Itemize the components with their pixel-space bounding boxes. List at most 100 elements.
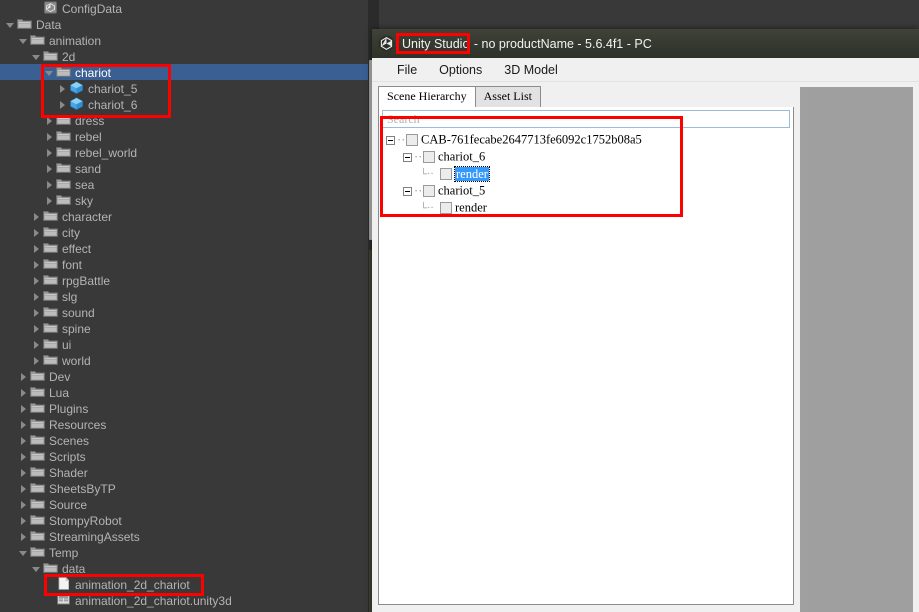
project-tree-row-label: effect bbox=[62, 241, 92, 256]
node-checkbox[interactable] bbox=[406, 134, 418, 147]
tree-connector-line: ·· bbox=[414, 149, 423, 164]
studio-body: Scene Hierarchy Asset List Search ·· CAB-… bbox=[372, 82, 919, 612]
project-tree-row-label: StompyRobot bbox=[49, 513, 122, 528]
preview-surface[interactable] bbox=[801, 88, 912, 612]
chevron-right-icon[interactable] bbox=[19, 369, 30, 385]
chevron-right-icon[interactable] bbox=[58, 97, 69, 113]
project-tree-row-label: sea bbox=[75, 177, 95, 192]
folder-icon bbox=[30, 385, 45, 398]
chevron-right-icon[interactable] bbox=[45, 161, 56, 177]
chevron-down-icon[interactable] bbox=[32, 561, 43, 577]
unity-logo-icon bbox=[378, 35, 395, 52]
scene-hierarchy-panel: Search ·· CAB-761fecabe2647713fe6092c1752… bbox=[378, 107, 794, 605]
chevron-right-icon[interactable] bbox=[19, 529, 30, 545]
folder-icon bbox=[43, 353, 58, 366]
chevron-right-icon[interactable] bbox=[32, 225, 43, 241]
chevron-right-icon[interactable] bbox=[19, 497, 30, 513]
menu-item-options[interactable]: Options bbox=[428, 61, 493, 79]
chevron-right-icon[interactable] bbox=[45, 177, 56, 193]
chevron-right-icon[interactable] bbox=[19, 385, 30, 401]
project-tree-row-label: chariot_5 bbox=[88, 81, 138, 96]
tab-scene-hierarchy[interactable]: Scene Hierarchy bbox=[378, 86, 476, 107]
project-tree-row-label: Resources bbox=[49, 417, 107, 432]
chevron-down-icon[interactable] bbox=[19, 33, 30, 49]
chevron-right-icon[interactable] bbox=[32, 241, 43, 257]
folder-icon bbox=[30, 465, 45, 478]
folder-icon bbox=[43, 257, 58, 270]
folder-icon bbox=[43, 225, 58, 238]
project-tree-row-label: dress bbox=[75, 113, 105, 128]
hierarchy-row[interactable]: ·· chariot_6 bbox=[382, 148, 790, 165]
project-tree-row-label: sound bbox=[62, 305, 95, 320]
chevron-right-icon[interactable] bbox=[19, 465, 30, 481]
chevron-right-icon[interactable] bbox=[19, 417, 30, 433]
chevron-right-icon[interactable] bbox=[45, 145, 56, 161]
folder-icon bbox=[56, 113, 71, 126]
folder-icon bbox=[30, 401, 45, 414]
tab-strip[interactable]: Scene Hierarchy Asset List bbox=[378, 86, 794, 107]
expander-minus-icon[interactable] bbox=[403, 186, 412, 196]
node-checkbox[interactable] bbox=[440, 202, 452, 215]
chevron-right-icon[interactable] bbox=[19, 449, 30, 465]
chevron-right-icon[interactable] bbox=[32, 289, 43, 305]
folder-icon bbox=[30, 529, 45, 542]
preview-pane[interactable] bbox=[800, 87, 913, 612]
folder-icon bbox=[30, 545, 45, 558]
menu-bar[interactable]: File Options 3D Model bbox=[372, 58, 919, 82]
tab-asset-list[interactable]: Asset List bbox=[474, 86, 541, 107]
search-input[interactable]: Search bbox=[382, 110, 790, 128]
project-tree-row-label: SheetsByTP bbox=[49, 481, 116, 496]
project-tree-row-label: Source bbox=[49, 497, 88, 512]
chevron-right-icon[interactable] bbox=[45, 193, 56, 209]
chevron-down-icon[interactable] bbox=[6, 17, 17, 33]
folder-icon bbox=[56, 193, 71, 206]
project-tree-row-label: font bbox=[62, 257, 83, 272]
hierarchy-row[interactable]: └·· render bbox=[382, 165, 790, 182]
folder-icon bbox=[43, 305, 58, 318]
project-tree-row[interactable]: ConfigData bbox=[0, 0, 919, 16]
node-checkbox[interactable] bbox=[423, 151, 435, 164]
chevron-right-icon[interactable] bbox=[32, 337, 43, 353]
chevron-right-icon[interactable] bbox=[32, 321, 43, 337]
expander-minus-icon[interactable] bbox=[403, 152, 412, 162]
chevron-right-icon[interactable] bbox=[45, 129, 56, 145]
hierarchy-row[interactable]: ·· CAB-761fecabe2647713fe6092c1752b08a5 bbox=[382, 131, 790, 148]
hierarchy-pane: Scene Hierarchy Asset List Search ·· CAB-… bbox=[378, 86, 794, 612]
node-checkbox[interactable] bbox=[440, 168, 452, 181]
project-tree-row-label: ConfigData bbox=[62, 1, 123, 16]
menu-item-file[interactable]: File bbox=[386, 61, 428, 79]
chevron-down-icon[interactable] bbox=[19, 545, 30, 561]
project-tree-row-label: sky bbox=[75, 193, 93, 208]
chevron-right-icon[interactable] bbox=[58, 81, 69, 97]
project-tree-row-label: world bbox=[62, 353, 91, 368]
chevron-right-icon[interactable] bbox=[19, 513, 30, 529]
chevron-right-icon[interactable] bbox=[32, 257, 43, 273]
menu-item-3d-model[interactable]: 3D Model bbox=[493, 61, 569, 79]
chevron-right-icon[interactable] bbox=[19, 401, 30, 417]
node-checkbox[interactable] bbox=[423, 185, 435, 198]
prefab-cube-icon bbox=[69, 81, 84, 95]
tree-connector-line: ·· bbox=[414, 183, 423, 198]
hierarchy-row-label: CAB-761fecabe2647713fe6092c1752b08a5 bbox=[421, 132, 642, 147]
chevron-down-icon[interactable] bbox=[32, 49, 43, 65]
chevron-down-icon[interactable] bbox=[45, 65, 56, 81]
project-tree-row-label: data bbox=[62, 561, 86, 576]
folder-icon bbox=[30, 369, 45, 382]
chevron-right-icon[interactable] bbox=[45, 113, 56, 129]
folder-icon bbox=[30, 417, 45, 430]
chevron-right-icon[interactable] bbox=[19, 481, 30, 497]
hierarchy-row[interactable]: └·· render bbox=[382, 199, 790, 216]
hierarchy-row[interactable]: ·· chariot_5 bbox=[382, 182, 790, 199]
chevron-right-icon[interactable] bbox=[32, 353, 43, 369]
chevron-right-icon[interactable] bbox=[32, 305, 43, 321]
chevron-right-icon[interactable] bbox=[32, 273, 43, 289]
project-tree-row-label: Scenes bbox=[49, 433, 90, 448]
scene-hierarchy-tree[interactable]: ·· CAB-761fecabe2647713fe6092c1752b08a5 ··… bbox=[382, 131, 790, 216]
unity-studio-window[interactable]: Unity Studio - no productName - 5.6.4f1 … bbox=[372, 29, 919, 612]
project-tree-row-label: chariot_6 bbox=[88, 97, 138, 112]
expander-minus-icon[interactable] bbox=[386, 135, 395, 145]
chevron-right-icon[interactable] bbox=[19, 433, 30, 449]
chevron-right-icon[interactable] bbox=[32, 209, 43, 225]
project-tree-row-label: Temp bbox=[49, 545, 79, 560]
window-titlebar[interactable]: Unity Studio - no productName - 5.6.4f1 … bbox=[372, 29, 919, 58]
